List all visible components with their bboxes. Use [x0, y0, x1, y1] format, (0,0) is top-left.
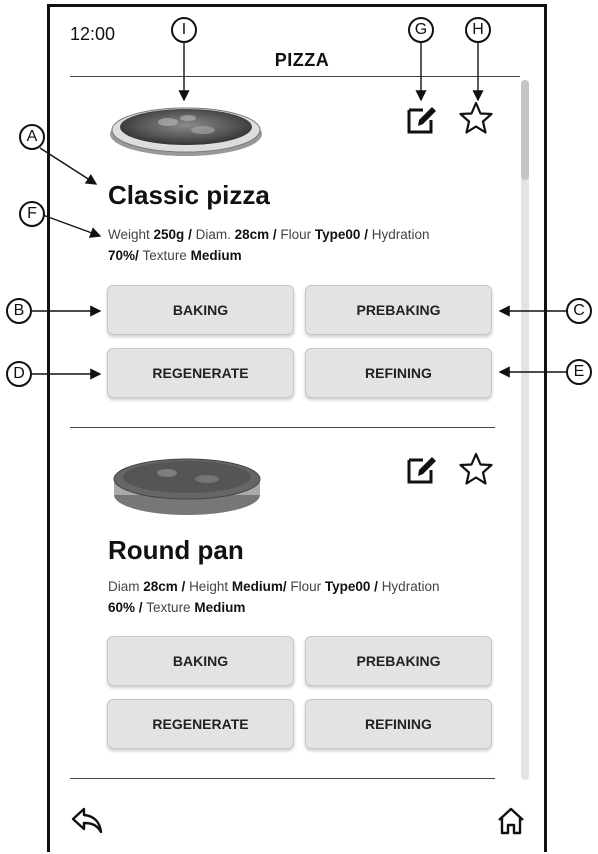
- callout-a: A: [19, 124, 45, 150]
- callout-d: D: [6, 361, 32, 387]
- callout-b: B: [6, 298, 32, 324]
- callout-g: G: [408, 17, 434, 43]
- callout-e: E: [566, 359, 592, 385]
- callout-leader-lines: [32, 43, 566, 380]
- callout-c: C: [566, 298, 592, 324]
- callout-f: F: [19, 201, 45, 227]
- callout-i: I: [171, 17, 197, 43]
- callout-h: H: [465, 17, 491, 43]
